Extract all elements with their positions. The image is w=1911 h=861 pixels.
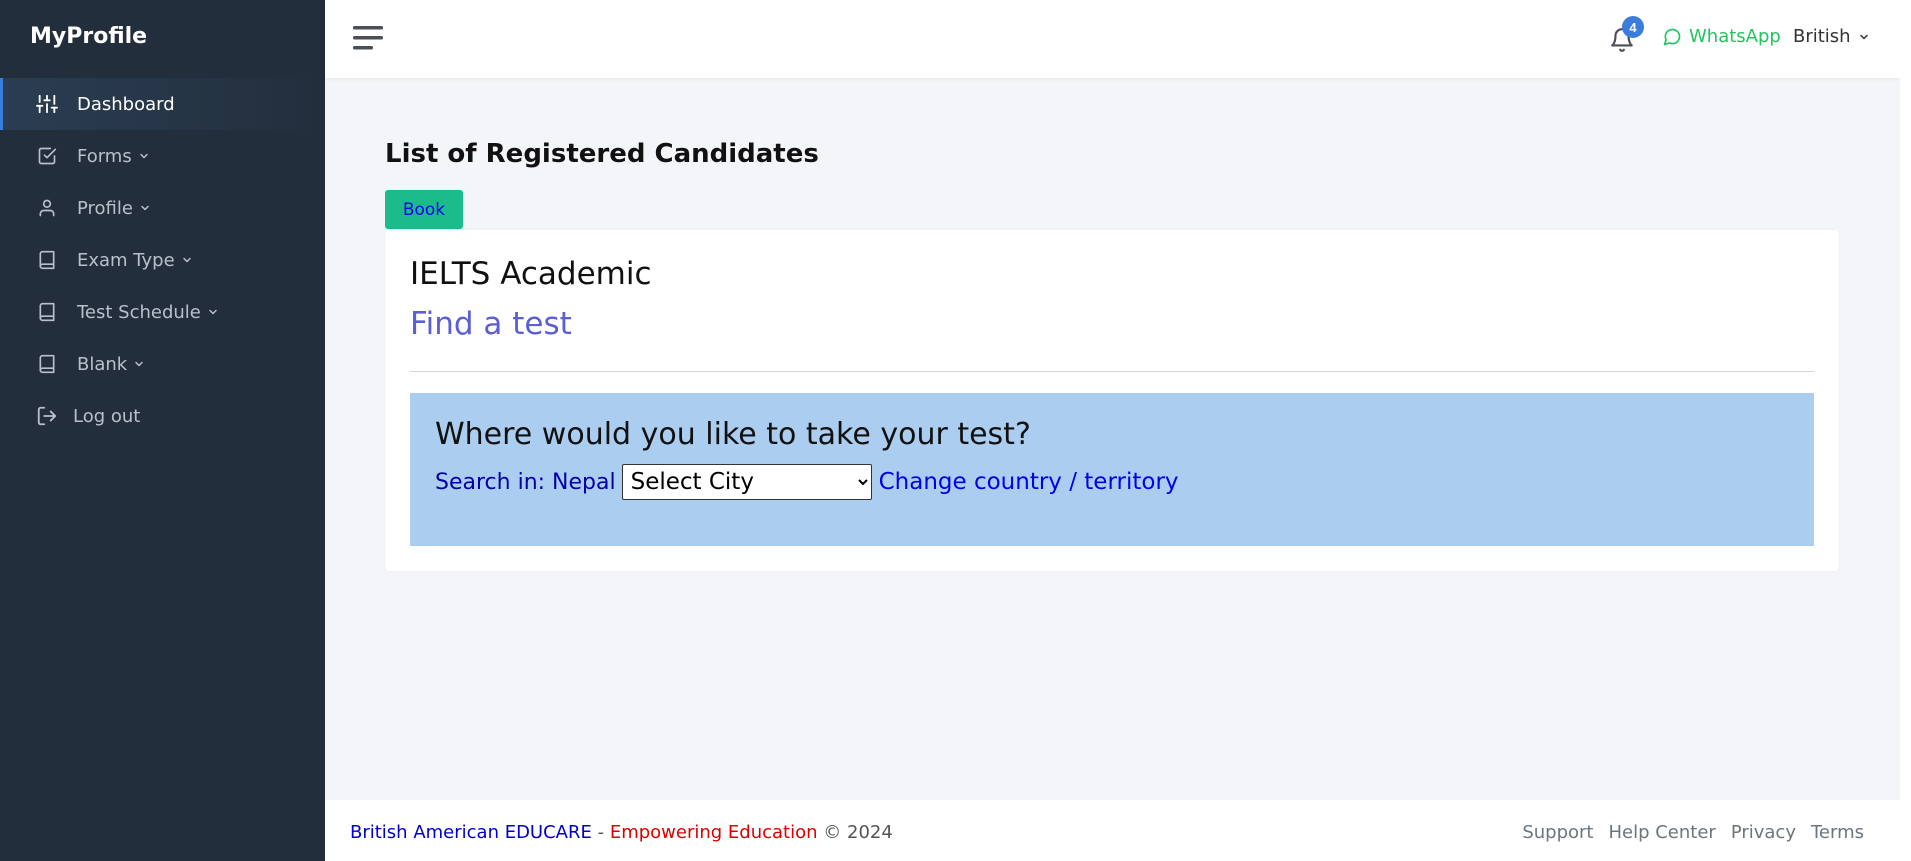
- footer-link-help-center[interactable]: Help Center: [1608, 822, 1715, 843]
- search-row: Search in: Nepal Select City Change coun…: [435, 464, 1179, 500]
- footer-org-link[interactable]: British American EDUCARE: [350, 822, 592, 843]
- scrollbar-track[interactable]: [1900, 0, 1911, 861]
- log-out-icon: [36, 405, 58, 427]
- language-label: British: [1793, 26, 1851, 47]
- sidebar-item-logout[interactable]: Log out: [0, 390, 325, 442]
- footer-link-terms[interactable]: Terms: [1811, 822, 1864, 843]
- search-country-label: Search in: Nepal: [435, 469, 616, 495]
- footer-copyright: British American EDUCARE - Empowering Ed…: [350, 822, 893, 843]
- change-country-link[interactable]: Change country / territory: [879, 469, 1179, 495]
- book-icon: [36, 353, 58, 375]
- page-title: List of Registered Candidates: [385, 139, 819, 169]
- chevron-down-icon: [138, 150, 150, 162]
- chevron-down-icon: [139, 202, 151, 214]
- footer: British American EDUCARE - Empowering Ed…: [325, 800, 1900, 861]
- sidebar: MyProfile Dashboard Forms Profile Exam T…: [0, 0, 325, 861]
- book-icon: [36, 249, 58, 271]
- whatsapp-link[interactable]: WhatsApp: [1662, 26, 1781, 47]
- sidebar-item-label: Blank: [77, 353, 128, 375]
- footer-year: © 2024: [817, 822, 893, 843]
- chevron-down-icon: [207, 306, 219, 318]
- brand-logo[interactable]: MyProfile: [30, 24, 147, 49]
- footer-links: Support Help Center Privacy Terms: [1522, 822, 1864, 843]
- search-panel: Where would you like to take your test? …: [410, 393, 1814, 546]
- chevron-down-icon: [133, 358, 145, 370]
- topbar: 4 WhatsApp British: [325, 0, 1900, 78]
- sidebar-item-exam-type[interactable]: Exam Type: [0, 234, 325, 286]
- sidebar-item-label: Forms: [77, 145, 132, 167]
- book-button[interactable]: Book: [385, 190, 463, 229]
- footer-separator: -: [591, 822, 610, 843]
- sidebar-item-dashboard[interactable]: Dashboard: [0, 78, 325, 130]
- sidebar-item-label: Dashboard: [77, 93, 175, 115]
- chevron-down-icon: [1858, 31, 1870, 43]
- sidebar-item-test-schedule[interactable]: Test Schedule: [0, 286, 325, 338]
- city-select[interactable]: Select City: [621, 464, 872, 500]
- language-selector[interactable]: British: [1793, 26, 1870, 47]
- sliders-icon: [36, 93, 58, 115]
- sidebar-item-forms[interactable]: Forms: [0, 130, 325, 182]
- card-title: IELTS Academic: [410, 256, 652, 292]
- user-icon: [36, 197, 58, 219]
- footer-tagline: Empowering Education: [609, 822, 818, 843]
- search-heading: Where would you like to take your test?: [435, 417, 1031, 452]
- test-search-card: IELTS Academic Find a test Where would y…: [385, 230, 1839, 571]
- whatsapp-chat-icon: [1662, 27, 1682, 47]
- whatsapp-label: WhatsApp: [1689, 26, 1781, 47]
- sidebar-item-label: Log out: [73, 405, 141, 427]
- hamburger-menu-icon[interactable]: [353, 25, 385, 51]
- footer-link-support[interactable]: Support: [1522, 822, 1593, 843]
- chevron-down-icon: [181, 254, 193, 266]
- divider: [410, 371, 1814, 372]
- sidebar-item-label: Profile: [77, 197, 133, 219]
- footer-link-privacy[interactable]: Privacy: [1731, 822, 1796, 843]
- sidebar-nav: Dashboard Forms Profile Exam Type Test S…: [0, 78, 325, 442]
- check-square-icon: [36, 145, 58, 167]
- sidebar-item-blank[interactable]: Blank: [0, 338, 325, 390]
- book-icon: [36, 301, 58, 323]
- notification-badge: 4: [1622, 16, 1644, 38]
- find-a-test-link[interactable]: Find a test: [410, 306, 572, 342]
- sidebar-item-label: Test Schedule: [77, 301, 201, 323]
- sidebar-item-profile[interactable]: Profile: [0, 182, 325, 234]
- sidebar-item-label: Exam Type: [77, 249, 175, 271]
